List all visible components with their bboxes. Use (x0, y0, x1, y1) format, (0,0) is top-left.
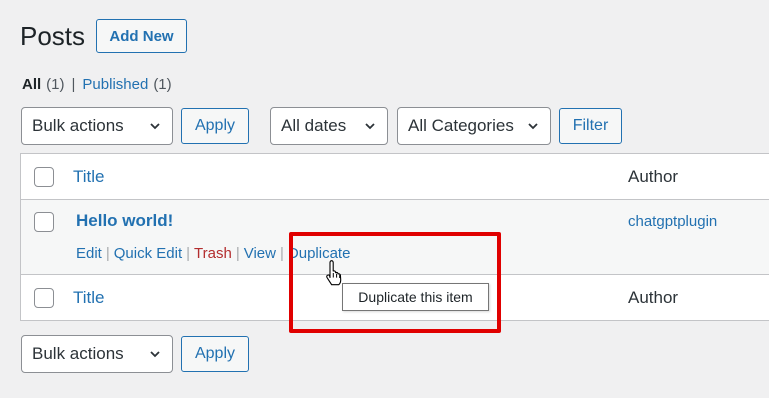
action-separator: | (235, 245, 240, 262)
column-author-footer: Author (628, 288, 679, 307)
apply-button[interactable]: Apply (181, 108, 249, 144)
quick-edit-link[interactable]: Quick Edit (114, 244, 182, 264)
trash-link[interactable]: Trash (194, 244, 232, 264)
chevron-down-icon (150, 123, 160, 130)
action-separator: | (105, 245, 110, 262)
bulk-actions-value: Bulk actions (32, 116, 124, 135)
view-all-link[interactable]: All (22, 76, 41, 94)
edit-link[interactable]: Edit (76, 244, 102, 264)
dates-select[interactable]: All dates (270, 107, 388, 145)
action-separator: | (186, 245, 191, 262)
page-title: Posts (20, 21, 86, 51)
post-title-link[interactable]: Hello world! (76, 211, 173, 231)
post-status-views: All (1) | Published (1) (22, 76, 172, 94)
categories-value: All Categories (408, 116, 514, 135)
chevron-down-icon (365, 123, 375, 130)
action-separator: | (279, 245, 284, 262)
duplicate-tooltip: Duplicate this item (342, 283, 489, 311)
row-checkbox[interactable] (34, 212, 54, 232)
chevron-down-icon (150, 351, 160, 358)
column-title-header[interactable]: Title (73, 167, 105, 187)
column-title-footer[interactable]: Title (73, 288, 105, 308)
view-published-count: (1) (153, 76, 172, 93)
dates-value: All dates (281, 116, 347, 135)
filter-button[interactable]: Filter (559, 108, 622, 144)
add-new-button[interactable]: Add New (96, 19, 187, 53)
select-all-checkbox-footer[interactable] (34, 288, 54, 308)
table-header-divider (20, 199, 769, 200)
bulk-actions-select-bottom[interactable]: Bulk actions (21, 335, 173, 373)
hand-pointer-icon (326, 260, 342, 286)
view-link[interactable]: View (244, 244, 276, 264)
column-author-header: Author (628, 167, 679, 186)
chevron-down-icon (528, 123, 538, 130)
bulk-actions-value: Bulk actions (32, 344, 124, 363)
view-published-link[interactable]: Published (82, 76, 148, 94)
apply-button-bottom[interactable]: Apply (181, 336, 249, 372)
view-separator: | (71, 76, 76, 93)
bulk-actions-select[interactable]: Bulk actions (21, 107, 173, 145)
view-all-count: (1) (46, 76, 65, 93)
categories-select[interactable]: All Categories (397, 107, 551, 145)
post-author-link[interactable]: chatgptplugin (628, 213, 717, 230)
select-all-checkbox[interactable] (34, 167, 54, 187)
